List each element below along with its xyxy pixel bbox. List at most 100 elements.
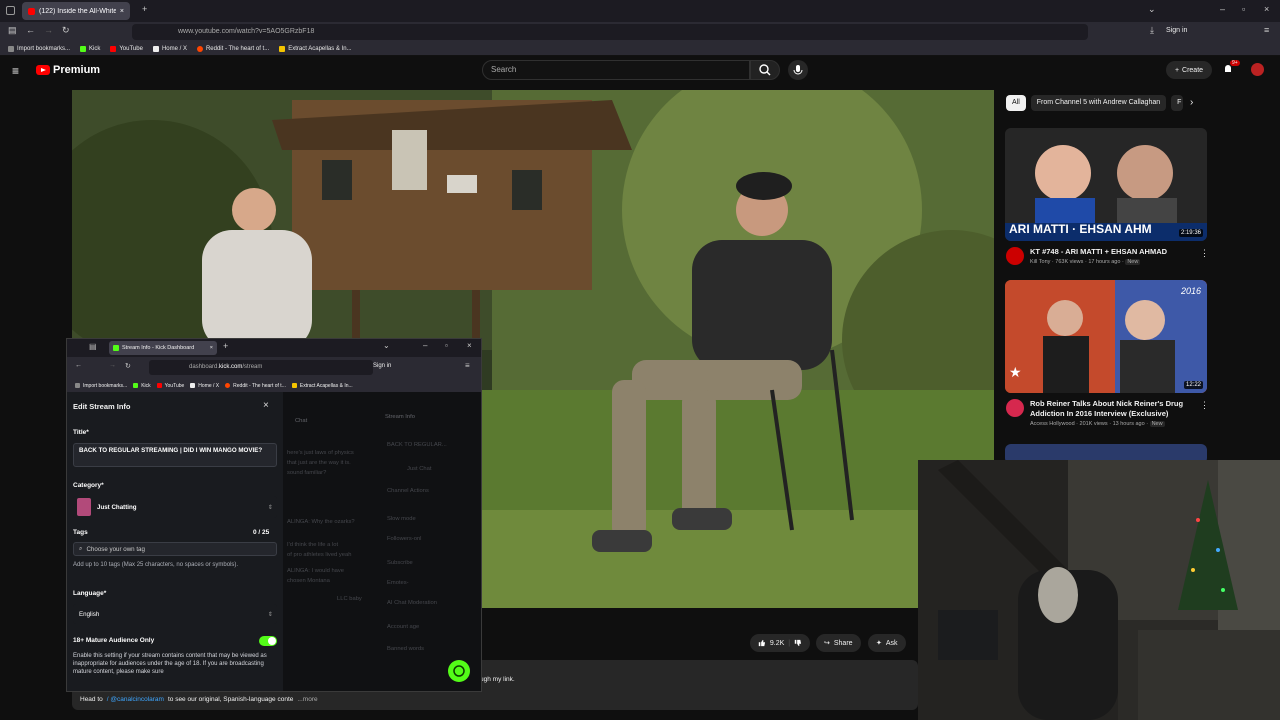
kick-bookmark-youtube[interactable]: YouTube	[156, 383, 184, 389]
language-select[interactable]: English ⇕	[73, 604, 277, 624]
chip-all[interactable]: All	[1006, 95, 1026, 111]
channel-handle-link[interactable]: / @canalcincolaram	[107, 696, 164, 703]
bookmark-x[interactable]: Home / X	[152, 45, 187, 52]
kick-dim-background: Chat Stream Info here's just laws of phy…	[283, 392, 481, 691]
kick-new-tab-button[interactable]: +	[223, 341, 228, 351]
kick-favicon-icon	[113, 345, 119, 351]
reload-icon[interactable]: ↻	[62, 25, 70, 36]
hamburger-menu-icon[interactable]: ≡	[12, 64, 19, 78]
kick-dashboard-window[interactable]: ▤ Stream Info - Kick Dashboard × + ⌄ – ▫…	[66, 338, 482, 692]
browser-tab-active[interactable]: (122) Inside the All-White C ×	[22, 2, 130, 20]
kick-tab-close-icon[interactable]: ×	[210, 345, 213, 351]
tab-list-icon[interactable]: ⌄	[1148, 4, 1156, 15]
rec-duration-2: 12:22	[1183, 381, 1203, 389]
kick-tab-list-icon[interactable]: ⌄	[383, 341, 390, 350]
address-bar[interactable]: www.youtube.com/watch?v=5AO5GRzbF18	[132, 24, 1088, 40]
close-window-button[interactable]: ×	[1264, 4, 1269, 14]
chip-channel5[interactable]: From Channel 5 with Andrew Callaghan	[1030, 95, 1167, 111]
mature-toggle-wrap[interactable]	[259, 636, 277, 646]
rec-info-1[interactable]: KT #748 - ARI MATTI + EHSAN AHMAD Kill T…	[1006, 247, 1206, 265]
kick-tab-bar: ▤ Stream Info - Kick Dashboard × + ⌄ – ▫…	[67, 339, 481, 357]
recommendation-chips: All From Channel 5 with Andrew Callaghan…	[1006, 95, 1184, 111]
rec-title-2[interactable]: Rob Reiner Talks About Nick Reiner's Dru…	[1006, 399, 1206, 419]
modal-close-icon[interactable]: ×	[263, 400, 269, 411]
youtube-favicon-icon	[28, 7, 35, 15]
youtube-logo-icon	[36, 65, 50, 75]
kick-maximize-button[interactable]: ▫	[445, 341, 448, 350]
category-select[interactable]: Just Chatting ⇕	[73, 496, 277, 518]
sidebar-toggle-icon[interactable]	[6, 6, 15, 15]
tab-close-icon[interactable]: ×	[120, 8, 124, 15]
kick-reload-icon[interactable]: ↻	[125, 362, 131, 370]
search-input[interactable]: Search	[482, 60, 750, 80]
kick-menu-icon[interactable]: ≡	[465, 361, 470, 370]
browser-sign-in[interactable]: Sign in	[1166, 27, 1187, 34]
bookmarks-bar: Import bookmarks... Kick YouTube Home / …	[0, 42, 1280, 56]
account-avatar[interactable]	[1251, 63, 1264, 76]
description-more[interactable]: ...more	[297, 696, 317, 703]
description-suffix: to see our original, Spanish-language co…	[167, 696, 294, 703]
rec-views-1: 763K views	[1055, 259, 1084, 265]
tags-input[interactable]: ⌕ Choose your own tag	[73, 542, 277, 556]
rec-channel-1[interactable]: Kill Tony	[1030, 259, 1050, 265]
kick-forward-icon[interactable]: →	[109, 362, 116, 369]
bookmark-reddit[interactable]: Reddit - The heart of t...	[196, 45, 269, 52]
mature-toggle[interactable]	[259, 636, 277, 646]
menu-icon[interactable]: ≡	[1264, 25, 1269, 35]
youtube-premium-logo[interactable]: Premium	[36, 64, 100, 76]
create-label: Create	[1182, 66, 1204, 74]
kick-browser-tab[interactable]: Stream Info - Kick Dashboard ×	[109, 341, 217, 355]
rec-thumbnail-1[interactable]: ARI MATTI · EHSAN AHM 2:19:36	[1005, 128, 1207, 241]
kick-close-button[interactable]: ×	[467, 341, 472, 350]
kick-sign-in[interactable]: Sign in	[373, 363, 391, 369]
channel-avatar-1[interactable]	[1006, 247, 1024, 265]
ask-button[interactable]: ✦ Ask	[868, 634, 906, 652]
category-value: Just Chatting	[97, 503, 137, 511]
rec-channel-2[interactable]: Access Hollywood	[1030, 421, 1075, 427]
rec-info-2[interactable]: Rob Reiner Talks About Nick Reiner's Dru…	[1006, 399, 1206, 427]
minimize-button[interactable]: –	[1220, 4, 1225, 14]
kick-sidebar-icon[interactable]: ▤	[89, 342, 97, 351]
chip-partial[interactable]: F	[1171, 95, 1184, 111]
description-footer: Head to / @canalcincolaram to see our or…	[80, 696, 318, 703]
kick-address-bar[interactable]: dashboard.kick.com/stream	[149, 360, 373, 375]
forward-icon[interactable]: →	[44, 25, 53, 35]
bg-panel-item: Followers-onl	[387, 536, 422, 542]
back-icon[interactable]: ←	[26, 25, 35, 35]
bg-panel-item: Slow mode	[387, 516, 416, 522]
share-button[interactable]: ↪ Share	[816, 634, 861, 652]
like-dislike-group[interactable]: 9.2K |	[750, 634, 810, 652]
plus-icon: +	[1174, 66, 1180, 74]
create-button[interactable]: + Create	[1166, 61, 1212, 79]
voice-search-button[interactable]	[788, 60, 808, 80]
bookmark-import[interactable]: Import bookmarks...	[8, 45, 70, 52]
kick-chat-fab[interactable]	[448, 660, 470, 682]
bg-panel-item: AI Chat Moderation	[387, 600, 437, 606]
webcam-scene	[918, 460, 1280, 720]
bookmark-acapellas[interactable]: Extract Acapellas & In...	[279, 45, 352, 52]
sidebar-icon[interactable]: ▤	[8, 25, 17, 36]
kick-bookmark-acapellas[interactable]: Extract Acapellas & In...	[291, 383, 353, 389]
maximize-button[interactable]: ▫	[1242, 4, 1245, 14]
kick-bookmark-kick[interactable]: Kick	[133, 383, 151, 389]
rec-thumbnail-text-1: ARI MATTI · EHSAN AHM	[1009, 222, 1152, 236]
kick-bookmark-import[interactable]: Import bookmarks...	[75, 383, 127, 389]
kick-back-icon[interactable]: ←	[75, 362, 82, 369]
new-tab-button[interactable]: +	[142, 4, 147, 14]
kick-bookmark-reddit[interactable]: Reddit - The heart of t...	[225, 383, 286, 389]
bookmark-youtube[interactable]: YouTube	[110, 45, 143, 52]
category-label: Category*	[73, 482, 104, 489]
chevron-right-icon[interactable]: ›	[1190, 97, 1193, 108]
rec-title-1[interactable]: KT #748 - ARI MATTI + EHSAN AHMAD	[1006, 247, 1206, 257]
more-options-icon[interactable]: ⋮	[1200, 248, 1209, 259]
more-options-icon[interactable]: ⋮	[1200, 400, 1209, 411]
kick-minimize-button[interactable]: –	[423, 341, 427, 350]
thumbs-up-icon	[758, 639, 766, 647]
title-input[interactable]: BACK TO REGULAR STREAMING | DID I WIN MA…	[73, 443, 277, 467]
kick-bookmark-x[interactable]: Home / X	[190, 383, 219, 389]
download-icon[interactable]: ⤓	[1150, 25, 1154, 36]
rec-thumbnail-2[interactable]: ★ 2016 12:22	[1005, 280, 1207, 393]
bookmark-kick[interactable]: Kick	[80, 45, 100, 52]
channel-avatar-2[interactable]	[1006, 399, 1024, 417]
search-button[interactable]	[750, 60, 780, 80]
